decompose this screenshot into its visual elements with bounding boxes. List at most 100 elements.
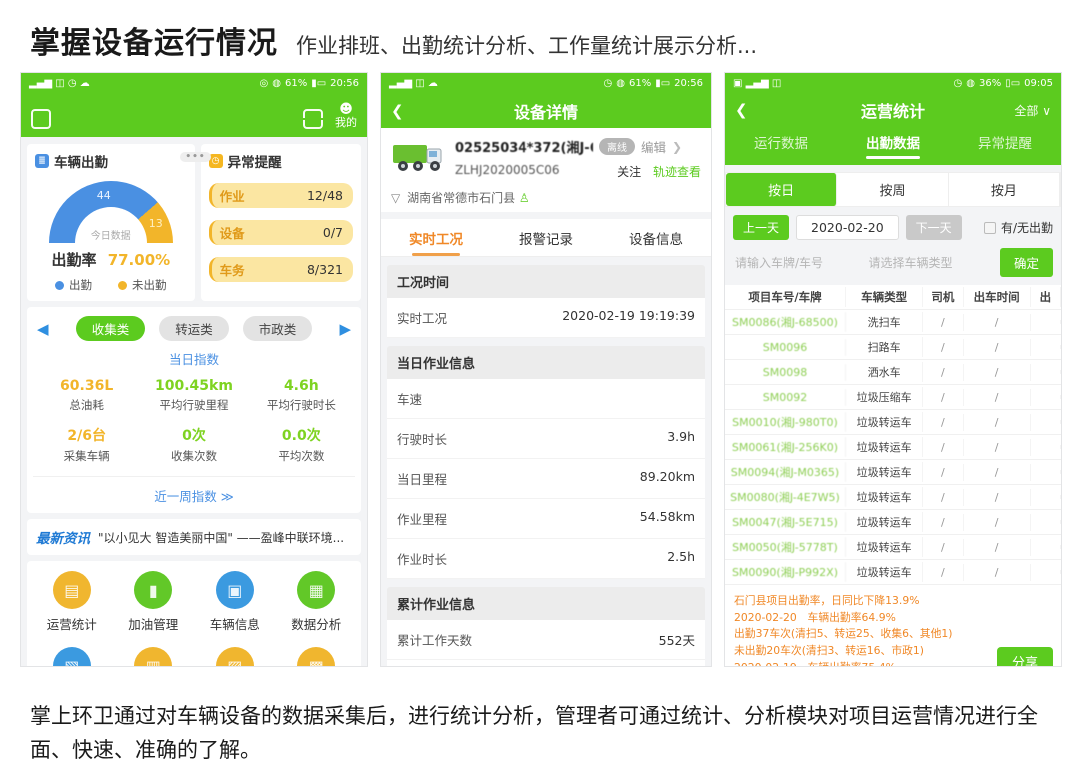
table-row[interactable]: SM0010(湘J-980T0) 垃圾转运车 / / (725, 410, 1061, 435)
summary-line: 出勤37车次(清扫5、转运25、收集6、其他1) (734, 626, 1052, 643)
app-icon: ▦ (297, 571, 335, 609)
app-icon: ▤ (53, 571, 91, 609)
info-row: 实时工况 2020-02-19 19:19:39 (387, 298, 705, 338)
app-item[interactable]: ▧ 维修使用 (31, 647, 113, 667)
table-row[interactable]: SM0080(湘J-4E7W5) 垃圾转运车 / / (725, 485, 1061, 510)
status-time: 20:56 (674, 78, 703, 89)
alert-item[interactable]: 作业 12/48 (209, 183, 353, 208)
prev-day-button[interactable]: 上一天 (733, 215, 789, 240)
phone-home-screen: ▂▄▆ ◫ ◷ ☁ ◎ ◍ 61% ▮▭ 20:56 ☻ (20, 72, 368, 667)
period-tabs: 按日 按周 按月 (725, 172, 1061, 207)
alarm-icon: ◷ (954, 78, 963, 89)
period-tab[interactable]: 按周 (837, 173, 948, 206)
alerts-list: 作业 12/48 设备 0/7 车务 8/321 (209, 183, 353, 282)
news-badge: 最新资讯 (36, 527, 90, 547)
app-item[interactable]: ▤ 运营统计 (31, 571, 113, 633)
attendance-title: 车辆出勤 (54, 151, 108, 171)
filter-all-dropdown[interactable]: 全部 ∨ (1014, 102, 1051, 119)
section-daily-work: 当日作业信息 车速 行驶时长 3.9h (387, 346, 705, 579)
daily-stats-grid: 60.36L 总油耗 100.45km 平均行驶里程 4.6h 平均行驶时长 (33, 378, 355, 464)
vehicle-info-card: 0252503𝟦*372(湘J-685.. 离线 编辑 ❯ ZLHJ202000… (381, 128, 711, 212)
stat-cell: 0次 收集次数 (140, 425, 247, 464)
period-tab[interactable]: 按月 (949, 173, 1060, 206)
back-icon[interactable]: ❮ (735, 101, 748, 119)
section-condition-time: 工况时间 实时工况 2020-02-19 19:19:39 (387, 265, 705, 338)
device-detail-tab[interactable]: 实时工况 (381, 219, 491, 256)
confirm-button[interactable]: 确定 (1000, 248, 1053, 277)
app-icon: ▥ (134, 647, 172, 667)
alert-item[interactable]: 车务 8/321 (209, 257, 353, 282)
chevron-right-icon[interactable]: ❯ (672, 140, 682, 154)
stats-tab[interactable]: 异常提醒 (949, 126, 1061, 159)
search-filters: 请输入车牌/车号 请选择车辆类型 确定 (725, 240, 1061, 285)
period-tab[interactable]: 按日 (726, 173, 837, 206)
app-item[interactable]: ▮ 加油管理 (113, 571, 195, 633)
attendance-rate-value: 77.00% (108, 251, 170, 269)
attendance-filter-checkbox[interactable]: 有/无出勤 (984, 219, 1053, 236)
device-detail-tab[interactable]: 报警记录 (491, 219, 601, 256)
stats-tabs: 运行数据 出勤数据 异常提醒 (725, 126, 1061, 165)
table-row[interactable]: SM0094(湘J-M0365) 垃圾转运车 / / (725, 460, 1061, 485)
category-tabs: 收集类 转运类 市政类 (76, 316, 313, 341)
daily-index-title: 当日指数 (33, 349, 355, 368)
carousel-left-arrow[interactable]: ◀ (37, 320, 49, 338)
date-picker[interactable]: 2020-02-20 (796, 215, 899, 240)
vehicle-attendance-card: ≣ 车辆出勤 ••• 44 13 今日数据 出勤率 77.00% (27, 144, 195, 301)
info-row: 作业时长 2.5h (387, 539, 705, 579)
phone3-titlebar: ❮ 运营统计 全部 ∨ (725, 94, 1061, 126)
phone3-title: 运营统计 (861, 98, 925, 122)
stats-tab[interactable]: 出勤数据 (837, 126, 949, 159)
battery-icon: ▮▭ (311, 78, 326, 89)
alert-item[interactable]: 设备 0/7 (209, 220, 353, 245)
app-item[interactable]: ▩ 配件商城 (276, 647, 358, 667)
app-item[interactable]: ▦ 数据分析 (276, 571, 358, 633)
edit-button[interactable]: 编辑 (641, 137, 666, 156)
category-tab[interactable]: 收集类 (76, 316, 146, 341)
news-ticker[interactable]: 最新资讯 "以小见大 智造美丽中国" ——盈峰中联环境... (27, 519, 361, 555)
stat-cell: 0.0次 平均次数 (248, 425, 355, 464)
follow-button[interactable]: 关注 (617, 165, 641, 179)
app-item[interactable]: ▨ 车务管理 (194, 647, 276, 667)
scan-icon[interactable] (303, 109, 323, 129)
bell-icon: ◍ (616, 78, 625, 89)
stats-tab[interactable]: 运行数据 (725, 126, 837, 159)
phone-screenshots: ▂▄▆ ◫ ◷ ☁ ◎ ◍ 61% ▮▭ 20:56 ☻ (0, 68, 1080, 667)
table-row[interactable]: SM0050(湘J-5778T) 垃圾转运车 / / (725, 535, 1061, 560)
table-row[interactable]: SM0092 垃圾压缩车 / / (725, 385, 1061, 410)
attendance-rate-label: 出勤率 (51, 251, 96, 269)
track-view-link[interactable]: 轨迹查看 (653, 165, 701, 179)
table-row[interactable]: SM0098 洒水车 / / (725, 360, 1061, 385)
qr-code-icon[interactable] (31, 109, 51, 129)
table-row[interactable]: SM0086(湘J-68500) 洗扫车 / / (725, 310, 1061, 335)
app-icon: ▨ (216, 647, 254, 667)
plate-search-input[interactable]: 请输入车牌/车号 (733, 249, 861, 276)
table-row[interactable]: SM0061(湘J-256K0) 垃圾转运车 / / (725, 435, 1061, 460)
my-profile-button[interactable]: ☻ 我的 (335, 103, 357, 129)
table-row[interactable]: SM0090(湘J-P992X) 垃圾转运车 / / (725, 560, 1061, 585)
category-tab[interactable]: 转运类 (159, 316, 229, 341)
vehicle-type-select[interactable]: 请选择车辆类型 (867, 249, 995, 276)
phone1-green-header: ▂▄▆ ◫ ◷ ☁ ◎ ◍ 61% ▮▭ 20:56 ☻ (21, 73, 367, 137)
bell-icon: ◍ (272, 78, 281, 89)
table-row[interactable]: SM0047(湘J-5E715) 垃圾转运车 / / (725, 510, 1061, 535)
info-row: 行驶时长 3.9h (387, 419, 705, 459)
phone1-statusbar: ▂▄▆ ◫ ◷ ☁ ◎ ◍ 61% ▮▭ 20:56 (21, 73, 367, 94)
legend-dot (55, 281, 64, 290)
section-cumulative-work: 累计作业信息 累计工作天数 552天 累计总里程 41951.31km (387, 587, 705, 667)
phone3-statusbar: ▣ ▂▄▆ ◫ ◷ ◍ 36% ▯▭ 09:05 (725, 73, 1061, 94)
bell-icon: ◍ (966, 78, 975, 89)
app-item[interactable]: ▣ 车辆信息 (194, 571, 276, 633)
weekly-index-link[interactable]: 近一周指数 ≫ (33, 476, 355, 505)
share-button[interactable]: 分享 (997, 647, 1053, 667)
phone2-green-header: ▂▄▆ ◫ ☁ ◷ ◍ 61% ▮▭ 20:56 ❮ 设备详情 (381, 73, 711, 128)
back-icon[interactable]: ❮ (391, 102, 404, 120)
more-options-button[interactable]: ••• (180, 152, 210, 162)
table-row[interactable]: SM0096 扫路车 / / (725, 335, 1061, 360)
next-day-button[interactable]: 下一天 (906, 215, 962, 240)
device-detail-tab[interactable]: 设备信息 (601, 219, 711, 256)
app-item[interactable]: ▥ 事故记录 (113, 647, 195, 667)
info-row: 车速 (387, 379, 705, 419)
carousel-right-arrow[interactable]: ▶ (339, 320, 351, 338)
category-tab[interactable]: 市政类 (243, 316, 313, 341)
person-icon: ☻ (339, 103, 353, 117)
